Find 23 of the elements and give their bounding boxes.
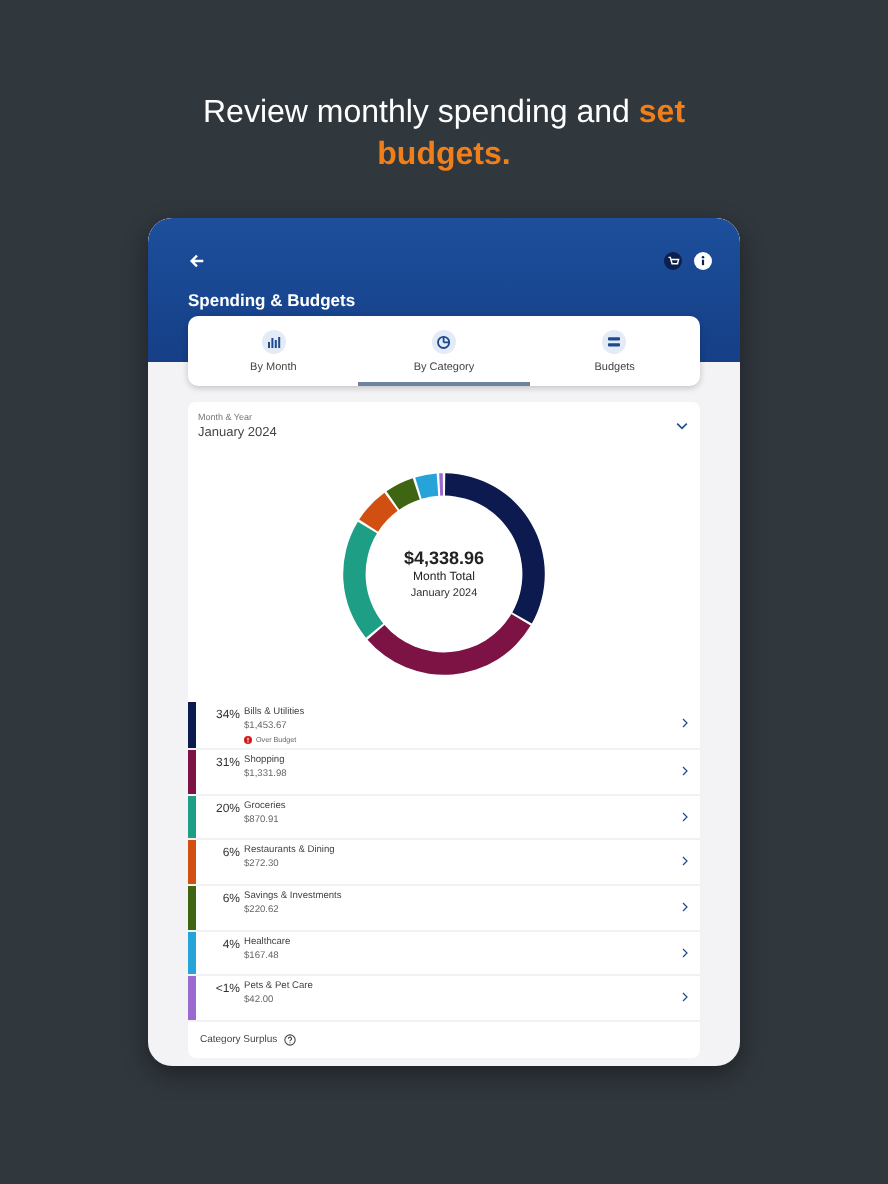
chevron-right-icon [682, 992, 688, 1003]
bar-chart-icon [261, 329, 286, 353]
list-icon [602, 329, 627, 353]
donut-segment[interactable] [359, 492, 398, 532]
chevron-down-icon [676, 422, 688, 430]
month-total-amount: $4,338.96 [403, 548, 485, 568]
help-icon[interactable] [283, 1034, 296, 1047]
donut-segment[interactable] [386, 478, 420, 510]
pie-chart-icon [431, 329, 456, 353]
cart-icon[interactable] [664, 252, 682, 270]
donut-segment[interactable] [367, 614, 531, 675]
alert-icon [244, 736, 252, 744]
info-icon[interactable] [694, 252, 712, 270]
chevron-right-icon [682, 718, 688, 728]
chevron-right-icon [682, 766, 688, 776]
chevron-right-icon [682, 947, 688, 958]
chevron-right-icon [682, 856, 688, 867]
donut-segment[interactable] [415, 473, 439, 499]
chevron-right-icon [682, 902, 688, 913]
headline: Review monthly spending and set budgets. [200, 94, 688, 176]
screen-title: Spending & Budgets [188, 290, 358, 310]
back-arrow-icon[interactable] [188, 252, 206, 270]
chevron-right-icon [682, 811, 688, 822]
